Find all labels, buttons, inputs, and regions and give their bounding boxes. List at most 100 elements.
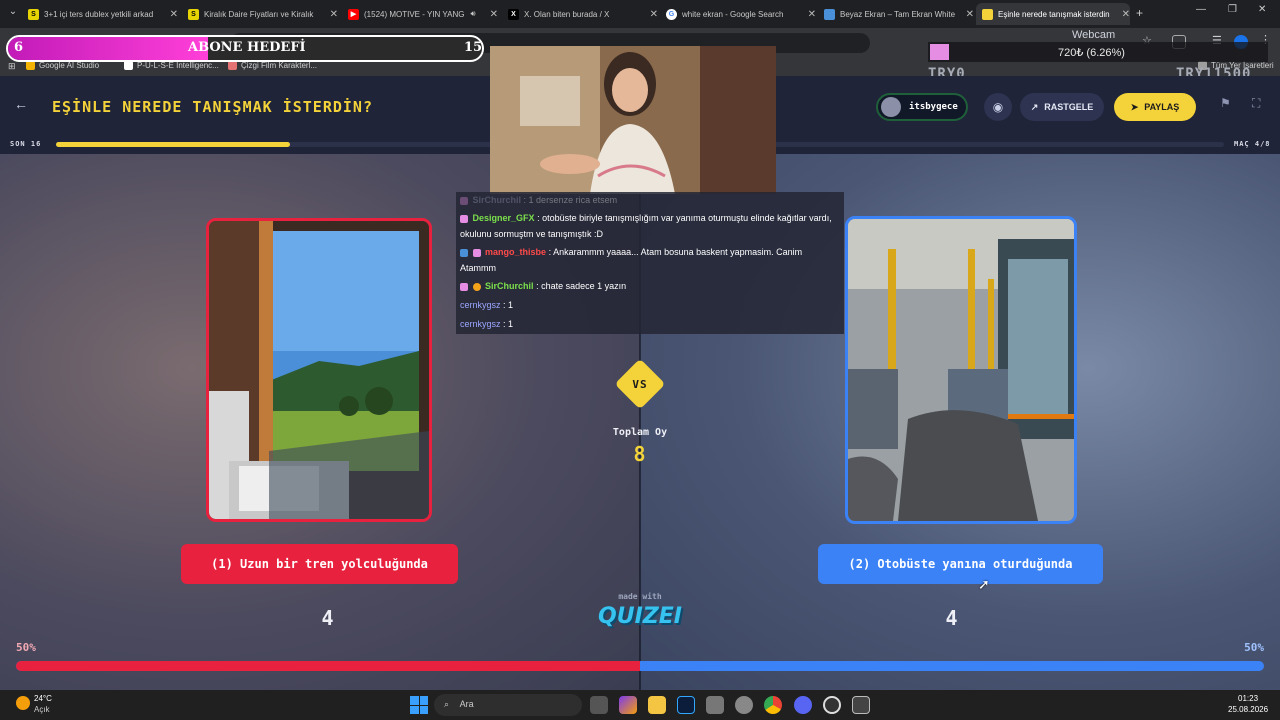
chat-message: SirChurchil : 1 dersenze rica etsem: [460, 192, 840, 208]
browser-tab[interactable]: X X. Olan biten burada / X ✕: [508, 3, 658, 25]
discord-icon[interactable]: [794, 696, 812, 714]
new-tab-button[interactable]: +: [1136, 6, 1143, 20]
browser-tab-active[interactable]: Eşinle nerede tanışmak isterdin ✕: [976, 3, 1130, 25]
chat-message: cernkygsz : 1: [460, 297, 840, 313]
option-2-votes: 4: [945, 606, 959, 630]
bookmark-icon: [26, 61, 35, 70]
browser-tab[interactable]: S 3+1 içi ters dublex yetkili arkad ✕: [28, 3, 178, 25]
copilot-icon[interactable]: [619, 696, 637, 714]
eye-icon[interactable]: ◉: [984, 93, 1012, 121]
stream-chat: SirChurchil : 1 dersenze rica etsem Desi…: [456, 192, 844, 334]
tab-title: Eşinle nerede tanışmak isterdin: [998, 9, 1110, 19]
vote-split-bar: [16, 661, 1264, 671]
chrome-icon[interactable]: [764, 696, 782, 714]
question-title: EŞİNLE NEREDE TANIŞMAK İSTERDİN?: [52, 98, 373, 116]
username: itsbygece: [909, 102, 958, 112]
settings-gear-icon[interactable]: [735, 696, 753, 714]
goal-current: 6: [14, 40, 25, 55]
chat-text: : 1 dersenze rica etsem: [523, 195, 618, 205]
total-votes-label: Toplam Oy: [612, 427, 668, 438]
option-1-card[interactable]: [206, 218, 432, 522]
weather-sun-icon[interactable]: [16, 696, 30, 710]
bookmark-item[interactable]: Çizgi Film Karakterl...: [228, 61, 317, 70]
option-2-button[interactable]: (2) Otobüste yanına oturduğunda: [818, 544, 1103, 584]
close-icon[interactable]: ✕: [644, 9, 658, 20]
browser-tab[interactable]: ▶ (1524) MOTIVE - YIN YANG 🔊︎ ✕: [348, 3, 498, 25]
close-icon[interactable]: ✕: [1116, 9, 1130, 20]
bookmark-label: Google AI Studio: [39, 61, 100, 70]
browser-tab[interactable]: Beyaz Ekran – Tam Ekran White ✕: [824, 3, 974, 25]
clock-date[interactable]: 25.08.2026: [1228, 705, 1268, 714]
youtube-icon: ▶: [348, 8, 359, 20]
minimize-icon[interactable]: —: [1196, 4, 1206, 15]
chat-badge-icon: [472, 282, 481, 291]
browser-tab[interactable]: S Kiralık Daire Fiyatları ve Kiralık ✕: [188, 3, 338, 25]
close-icon[interactable]: ✕: [802, 9, 816, 20]
obs-icon[interactable]: [823, 696, 841, 714]
chat-username: SirChurchil: [485, 281, 534, 291]
bookmark-item[interactable]: P-U-L-S-E Intelligenc...: [124, 61, 219, 70]
chat-message: mango_thisbe : Ankarammm yaaaa... Atam b…: [460, 244, 840, 276]
goal-progress-fill: [8, 37, 208, 60]
match-label: MAÇ 4/8: [1234, 140, 1271, 148]
photoshop-icon[interactable]: [677, 696, 695, 714]
google-icon: G: [666, 8, 677, 20]
file-explorer-icon[interactable]: [648, 696, 666, 714]
chat-message: Designer_GFX : otobüste biriyle tanışmış…: [460, 210, 840, 242]
option-2-percent: 50%: [1244, 641, 1264, 654]
weather-temp[interactable]: 24°C: [34, 694, 52, 703]
apps-grid-icon[interactable]: ⊞: [8, 61, 16, 72]
search-placeholder: Ara: [459, 699, 474, 709]
tab-title: 3+1 içi ters dublex yetkili arkad: [44, 9, 154, 19]
flag-icon[interactable]: ⚑: [1220, 96, 1231, 110]
bookmark-label: Çizgi Film Karakterl...: [241, 61, 318, 70]
bookmark-icon: [124, 61, 133, 70]
round-label: SON 16: [10, 140, 42, 148]
restore-icon[interactable]: ❐: [1228, 4, 1237, 15]
goal-title: ABONE HEDEFİ: [188, 40, 306, 55]
bookmark-label: P-U-L-S-E Intelligenc...: [137, 61, 219, 70]
bus-interior-image: [848, 219, 1074, 521]
tab-title: X. Olan biten burada / X: [524, 9, 610, 19]
tab-title: white ekran - Google Search: [682, 9, 784, 19]
option-1-button[interactable]: (1) Uzun bir tren yolculuğunda: [181, 544, 458, 584]
donation-balance: 720₺ (6.26%): [1058, 47, 1125, 59]
share-arrow-icon: ↗: [1030, 101, 1039, 112]
bookmark-item[interactable]: Google AI Studio: [26, 61, 99, 70]
option-1-percent: 50%: [16, 641, 36, 654]
browser-tab[interactable]: G white ekran - Google Search ✕: [666, 3, 816, 25]
windows-start-icon[interactable]: [410, 696, 428, 714]
goal-target: 15: [464, 40, 483, 55]
user-chip[interactable]: itsbygece: [876, 93, 968, 121]
task-view-icon[interactable]: [590, 696, 608, 714]
clock-time[interactable]: 01:23: [1238, 694, 1258, 703]
taskbar-search[interactable]: ⌕ Ara: [434, 694, 582, 716]
back-arrow-icon[interactable]: ←: [14, 96, 28, 112]
chat-text: : 1: [503, 319, 514, 329]
chat-badge-icon: [460, 196, 468, 205]
tab-search-icon[interactable]: ⌄: [6, 6, 20, 20]
chat-username: cernkygsz: [460, 319, 501, 329]
subscriber-goal-bar: 6 ABONE HEDEFİ 15: [6, 35, 484, 62]
close-icon[interactable]: ✕: [484, 9, 498, 20]
app-icon[interactable]: [852, 696, 870, 714]
close-window-icon[interactable]: ✕: [1258, 4, 1266, 15]
close-icon[interactable]: ✕: [164, 9, 178, 20]
chat-username: Designer_GFX: [472, 213, 535, 223]
network-icon[interactable]: [706, 696, 724, 714]
quizei-logo[interactable]: QUIZEI: [592, 604, 688, 629]
close-icon[interactable]: ✕: [324, 9, 338, 20]
tab-title: (1524) MOTIVE - YIN YANG: [364, 9, 465, 19]
share-button[interactable]: ➤ PAYLAŞ: [1114, 93, 1196, 121]
random-button[interactable]: ↗ RASTGELE: [1020, 93, 1104, 121]
option-2-card[interactable]: [845, 216, 1077, 524]
close-icon[interactable]: ✕: [960, 9, 974, 20]
chat-badge-icon: [460, 214, 468, 223]
speaker-icon[interactable]: 🔊︎: [470, 9, 475, 19]
fullscreen-icon[interactable]: ⛶: [1252, 96, 1260, 111]
monitor-icon: [824, 8, 835, 20]
donation-fill: [930, 44, 949, 60]
quizei-favicon-icon: [982, 8, 993, 20]
weather-desc[interactable]: Açık: [34, 705, 50, 714]
chat-username: SirChurchil: [472, 195, 522, 205]
